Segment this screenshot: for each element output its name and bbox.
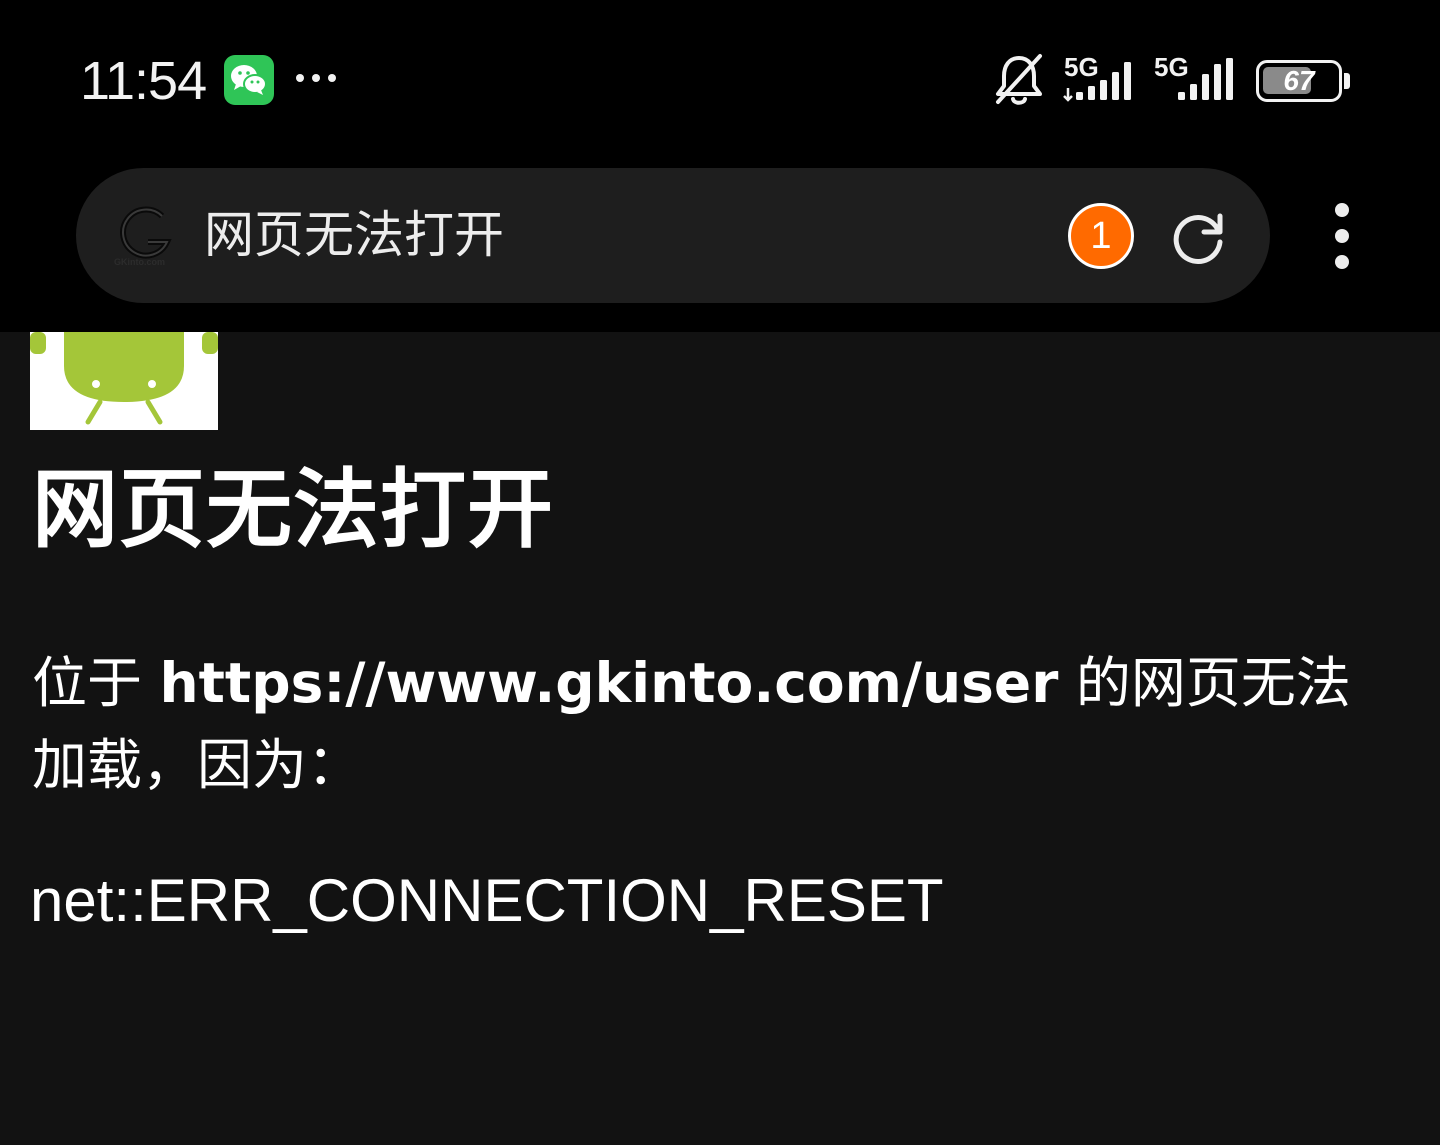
error-page: 网页无法打开 位于 https://www.gkinto.com/user 的网… (0, 332, 1440, 1145)
battery-icon: 67 (1256, 60, 1352, 102)
reload-icon[interactable] (1170, 208, 1228, 266)
browser-toolbar: GKinto.com 网页无法打开 1 (0, 160, 1440, 332)
bell-off-icon (992, 52, 1046, 108)
phone-screen: 11:54 5G 5G 67 GKinto.com 网页无法打开 1 网页无法打… (0, 0, 1440, 1145)
error-code: net::ERR_CONNECTION_RESET (30, 867, 944, 934)
address-bar[interactable]: GKinto.com 网页无法打开 1 (76, 168, 1270, 303)
android-robot-icon (30, 332, 218, 430)
sim1-signal-icon: 5G (1062, 52, 1148, 104)
error-heading: 网页无法打开 (32, 460, 554, 560)
status-bar: 11:54 5G 5G 67 (0, 0, 1440, 160)
tab-count-button[interactable]: 1 (1068, 203, 1134, 269)
battery-tip (1344, 73, 1350, 89)
address-bar-title: 网页无法打开 (204, 206, 504, 264)
gkinto-logo-icon: GKinto.com (112, 202, 182, 268)
status-time: 11:54 (80, 51, 207, 111)
vertical-dots-menu-icon[interactable] (1326, 200, 1358, 272)
error-message-prefix: 位于 (32, 651, 160, 715)
gkinto-logo-text: GKinto.com (114, 257, 165, 267)
wechat-icon (224, 55, 274, 105)
battery-level: 67 (1283, 65, 1315, 96)
error-message: 位于 https://www.gkinto.com/user 的网页无法加载，因… (32, 642, 1392, 806)
failed-url: https://www.gkinto.com/user (159, 651, 1059, 715)
sim2-signal-icon: 5G (1152, 52, 1238, 104)
more-dots-icon (294, 62, 344, 92)
